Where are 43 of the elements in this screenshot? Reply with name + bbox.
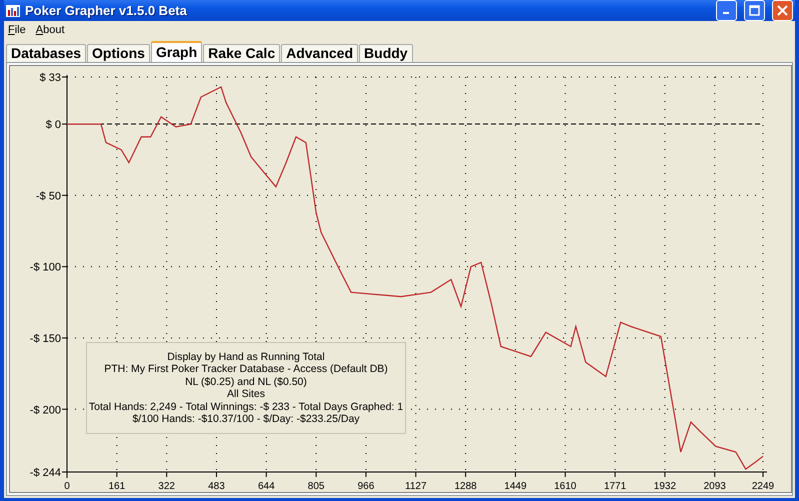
- legend-text: All Sites: [227, 388, 265, 400]
- tick-label: 0: [64, 481, 70, 492]
- tick-label: -$ 100: [30, 262, 61, 274]
- tick-label: 2093: [704, 481, 726, 492]
- tick-label: -$ 244: [30, 467, 61, 479]
- close-button[interactable]: [772, 0, 793, 21]
- tab[interactable]: Databases: [6, 44, 86, 62]
- tick-label: 1932: [654, 481, 676, 492]
- tick-label: 161: [108, 481, 126, 492]
- tick-label: 1449: [504, 481, 527, 492]
- app-icon: [6, 4, 20, 16]
- tab[interactable]: Rake Calc: [203, 44, 280, 62]
- tick-label: 322: [158, 481, 175, 492]
- tab[interactable]: Graph: [150, 41, 202, 62]
- tick-label: 2249: [752, 481, 774, 492]
- tick-label: 1771: [604, 481, 626, 492]
- tick-label: 1127: [405, 481, 427, 492]
- tick-label: -$ 150: [30, 332, 61, 345]
- tick-label: -$ 50: [36, 190, 61, 202]
- menu-item[interactable]: File: [8, 24, 26, 36]
- tab[interactable]: Advanced: [281, 44, 358, 62]
- tick-label: -$ 200: [30, 404, 61, 416]
- tab[interactable]: Options: [87, 44, 150, 62]
- tick-label: 1288: [454, 481, 477, 492]
- legend-text: PTH: My First Poker Tracker Database - Access (Default DB): [104, 363, 388, 376]
- menu-item[interactable]: About: [36, 24, 65, 36]
- tick-label: 805: [308, 481, 324, 492]
- tick-label: 483: [208, 481, 225, 492]
- tick-label: 1610: [554, 481, 576, 492]
- tick-label: 966: [358, 481, 374, 492]
- maximize-button[interactable]: [744, 0, 765, 21]
- legend-text: $/100 Hands: -$10.37/100 - $/Day: -$233.25/Day: [132, 413, 360, 426]
- window-title: Poker Grapher v1.5.0 Beta: [25, 3, 188, 18]
- legend-text: Display by Hand as Running Total: [167, 350, 325, 363]
- tick-label: $ 0: [46, 119, 61, 132]
- tick-label: $ 33: [40, 72, 61, 84]
- tab[interactable]: Buddy: [359, 44, 413, 62]
- close-icon: [777, 5, 788, 16]
- minimize-button[interactable]: [716, 0, 737, 21]
- maximize-icon: [749, 5, 760, 16]
- legend-text: NL ($0.25) and NL ($0.50): [185, 376, 307, 388]
- tick-label: 644: [258, 481, 275, 492]
- legend-text: Total Hands: 2,249 - Total Winnings: -$ 233 - Total Days Graphed: 1: [88, 400, 404, 413]
